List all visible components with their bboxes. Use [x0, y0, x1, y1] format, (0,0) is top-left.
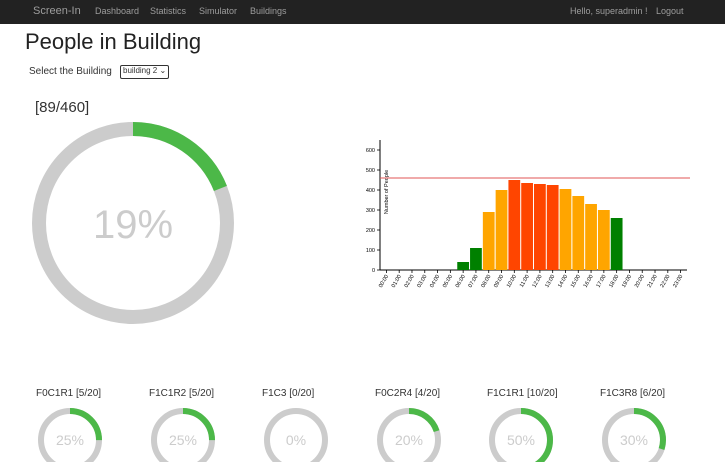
room-gauge[interactable]: F1C1R1 [10/20] 50% — [487, 388, 567, 462]
x-tick-label: 19:00 — [621, 274, 633, 289]
x-tick-label: 06:00 — [455, 274, 467, 289]
bar-08:00 — [482, 212, 495, 270]
room-percent: 25% — [169, 432, 197, 448]
y-tick-label: 600 — [366, 148, 375, 154]
x-tick-label: 00:00 — [378, 274, 390, 289]
room-gauge[interactable]: F1C3R8 [6/20] 30% — [600, 388, 680, 462]
room-gauge[interactable]: F1C1R2 [5/20] 25% — [149, 388, 229, 462]
x-tick-label: 15:00 — [570, 274, 582, 289]
x-tick-label: 16:00 — [583, 274, 595, 289]
x-tick-label: 05:00 — [442, 274, 454, 289]
building-select-value: building 2 — [123, 66, 158, 75]
room-label: F1C3R8 [6/20] — [600, 388, 666, 399]
x-tick-label: 22:00 — [659, 274, 671, 289]
room-label: F0C1R1 [5/20] — [36, 388, 102, 399]
bar-12:00 — [534, 184, 546, 270]
bar-11:00 — [521, 183, 533, 270]
bar-13:00 — [546, 185, 559, 270]
x-tick-label: 11:00 — [519, 274, 531, 289]
bar-07:00 — [470, 248, 482, 270]
navbar: Screen-In Dashboard Statistics Simulator… — [0, 0, 725, 24]
nav-buildings[interactable]: Buildings — [250, 0, 287, 22]
x-tick-label: 13:00 — [544, 274, 556, 289]
y-tick-label: 0 — [372, 268, 375, 274]
room-gauge[interactable]: F0C2R4 [4/20] 20% — [375, 388, 455, 462]
hourly-chart: Number of People 0 100 200 300 400 500 600 00:0… — [366, 140, 690, 289]
y-tick-label: 500 — [366, 168, 375, 174]
chart-ylabel: Number of People — [384, 170, 390, 214]
logout-link[interactable]: Logout — [656, 0, 684, 22]
x-tick-label: 21:00 — [647, 274, 659, 289]
room-gauge[interactable]: F1C3 [0/20] 0% — [262, 388, 342, 462]
y-tick-label: 300 — [366, 208, 375, 214]
nav-statistics[interactable]: Statistics — [150, 0, 186, 22]
x-tick-label: 02:00 — [404, 274, 416, 289]
room-percent: 20% — [395, 432, 423, 448]
bar-10:00 — [508, 180, 521, 270]
x-tick-label: 03:00 — [416, 274, 428, 289]
building-select[interactable]: building 2 ⌄ — [120, 65, 170, 79]
room-percent: 50% — [507, 432, 535, 448]
room-gauge[interactable]: F0C1R1 [5/20] 25% — [36, 388, 116, 462]
y-tick-label: 100 — [366, 248, 375, 254]
room-ring: 25% — [151, 408, 215, 462]
room-label: F1C1R1 [10/20] — [487, 388, 558, 399]
bar-18:00 — [610, 218, 623, 270]
room-label: F1C3 [0/20] — [262, 388, 315, 399]
x-tick-label: 09:00 — [493, 274, 505, 289]
page-title: People in Building — [25, 29, 202, 54]
bar-06:00 — [457, 262, 470, 270]
room-ring: 0% — [264, 408, 328, 462]
nav-simulator[interactable]: Simulator — [199, 0, 237, 22]
x-tick-label: 07:00 — [468, 274, 480, 289]
x-tick-label: 14:00 — [557, 274, 569, 289]
bar-15:00 — [572, 196, 585, 270]
x-tick-label: 23:00 — [672, 274, 684, 289]
building-select-label: Select the Building — [29, 66, 112, 77]
room-percent: 0% — [286, 432, 306, 448]
room-percent: 25% — [56, 432, 84, 448]
brand-link[interactable]: Screen-In — [33, 0, 81, 22]
user-greeting[interactable]: Hello, superadmin ! — [570, 0, 648, 22]
chevron-down-icon: ⌄ — [159, 66, 167, 75]
room-label: F1C1R2 [5/20] — [149, 388, 215, 399]
bar-14:00 — [559, 189, 572, 270]
x-tick-label: 10:00 — [506, 274, 518, 289]
x-tick-label: 04:00 — [429, 274, 441, 289]
x-tick-label: 18:00 — [608, 274, 620, 289]
x-tick-label: 08:00 — [480, 274, 492, 289]
room-percent: 30% — [620, 432, 648, 448]
y-tick-label: 400 — [366, 188, 375, 194]
bar-17:00 — [597, 210, 610, 270]
bar-09:00 — [495, 190, 508, 270]
gauge-percent: 19% — [93, 203, 173, 247]
nav-dashboard[interactable]: Dashboard — [95, 0, 139, 22]
bar-16:00 — [585, 204, 597, 270]
room-label: F0C2R4 [4/20] — [375, 388, 441, 399]
x-tick-label: 12:00 — [532, 274, 544, 289]
room-ring: 50% — [489, 408, 553, 462]
occupancy-gauge: 19% — [32, 122, 234, 324]
x-tick-label: 20:00 — [634, 274, 646, 289]
room-ring: 20% — [377, 408, 441, 462]
x-tick-label: 17:00 — [596, 274, 608, 289]
y-tick-label: 200 — [366, 228, 375, 234]
room-ring: 25% — [38, 408, 102, 462]
room-ring: 30% — [602, 408, 666, 462]
x-tick-label: 01:00 — [391, 274, 403, 289]
